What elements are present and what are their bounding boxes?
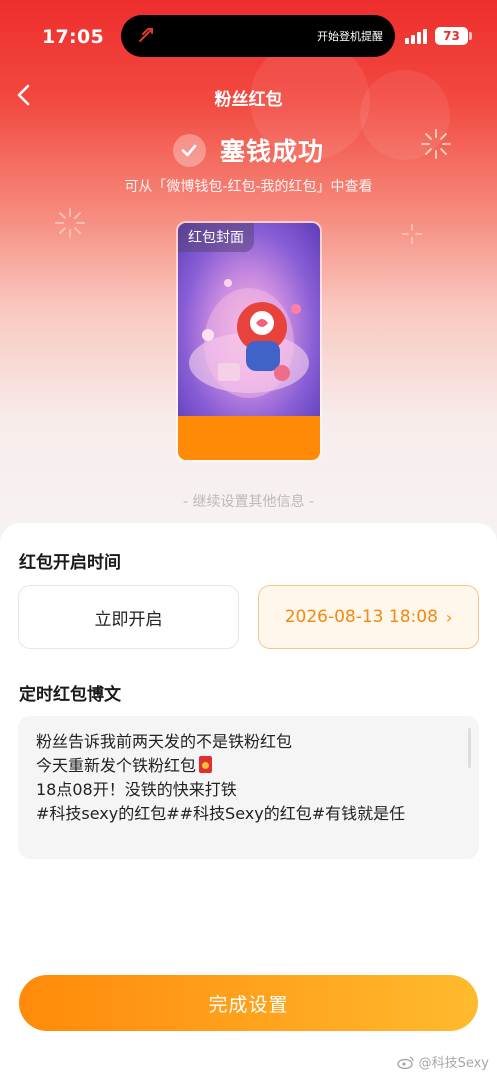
page-title: 粉丝红包 [214,90,283,110]
post-line: 今天重新发个铁粉红包 [36,756,197,775]
post-textarea[interactable]: 粉丝告诉我前两天发的不是铁粉红包 今天重新发个铁粉红包 18点08开！没铁的快来… [18,716,479,859]
red-envelope-emoji-icon [199,756,213,773]
watermark: @科技Sexy [396,1052,489,1071]
cover-bottom-band [178,416,320,460]
weibo-logo-icon [396,1055,414,1069]
post-line: #科技sexy的红包##科技Sexy的红包#有钱就是任 [36,804,406,823]
dynamic-island[interactable]: 开始登机提醒 [121,15,395,57]
post-line-with-emoji: 今天重新发个铁粉红包 [36,754,461,778]
cover-tag: 红包封面 [178,223,254,252]
firework-decor-icon [401,223,423,245]
success-title: 塞钱成功 [219,137,324,166]
battery-tip [469,32,472,40]
battery-icon: 73 [435,27,468,45]
status-time: 17:05 [42,26,104,48]
post-section-title: 定时红包博文 [19,685,121,705]
success-header: 塞钱成功 [0,130,497,170]
success-subtitle: 可从「微博钱包-红包-我的红包」中查看 [124,179,373,195]
done-button[interactable]: 完成设置 [19,975,478,1031]
check-circle-icon [172,133,206,167]
watermark-text: @科技Sexy [418,1056,489,1071]
red-envelope-cover-card[interactable]: 红包封面 [178,223,320,460]
island-text: 开始登机提醒 [317,30,383,43]
firework-decor-icon [55,208,85,238]
continue-hint: - 继续设置其他信息 - [182,494,314,510]
scheduled-time-option[interactable]: 2026-08-13 18:08 › [258,585,479,649]
post-line: 粉丝告诉我前两天发的不是铁粉红包 [36,732,293,751]
cellular-signal-icon [405,28,429,44]
textarea-scrollbar[interactable] [468,728,471,768]
scheduled-time-label: 2026-08-13 18:08 [284,607,438,627]
open-time-section-title: 红包开启时间 [19,553,121,573]
airplane-icon [139,28,153,42]
chevron-right-icon: › [445,607,453,627]
post-line: 18点08开！没铁的快来打铁 [36,780,237,799]
status-bar: 17:05 开始登机提醒 73 [0,0,497,70]
open-now-option[interactable]: 立即开启 [18,585,239,649]
open-now-label: 立即开启 [94,609,163,630]
